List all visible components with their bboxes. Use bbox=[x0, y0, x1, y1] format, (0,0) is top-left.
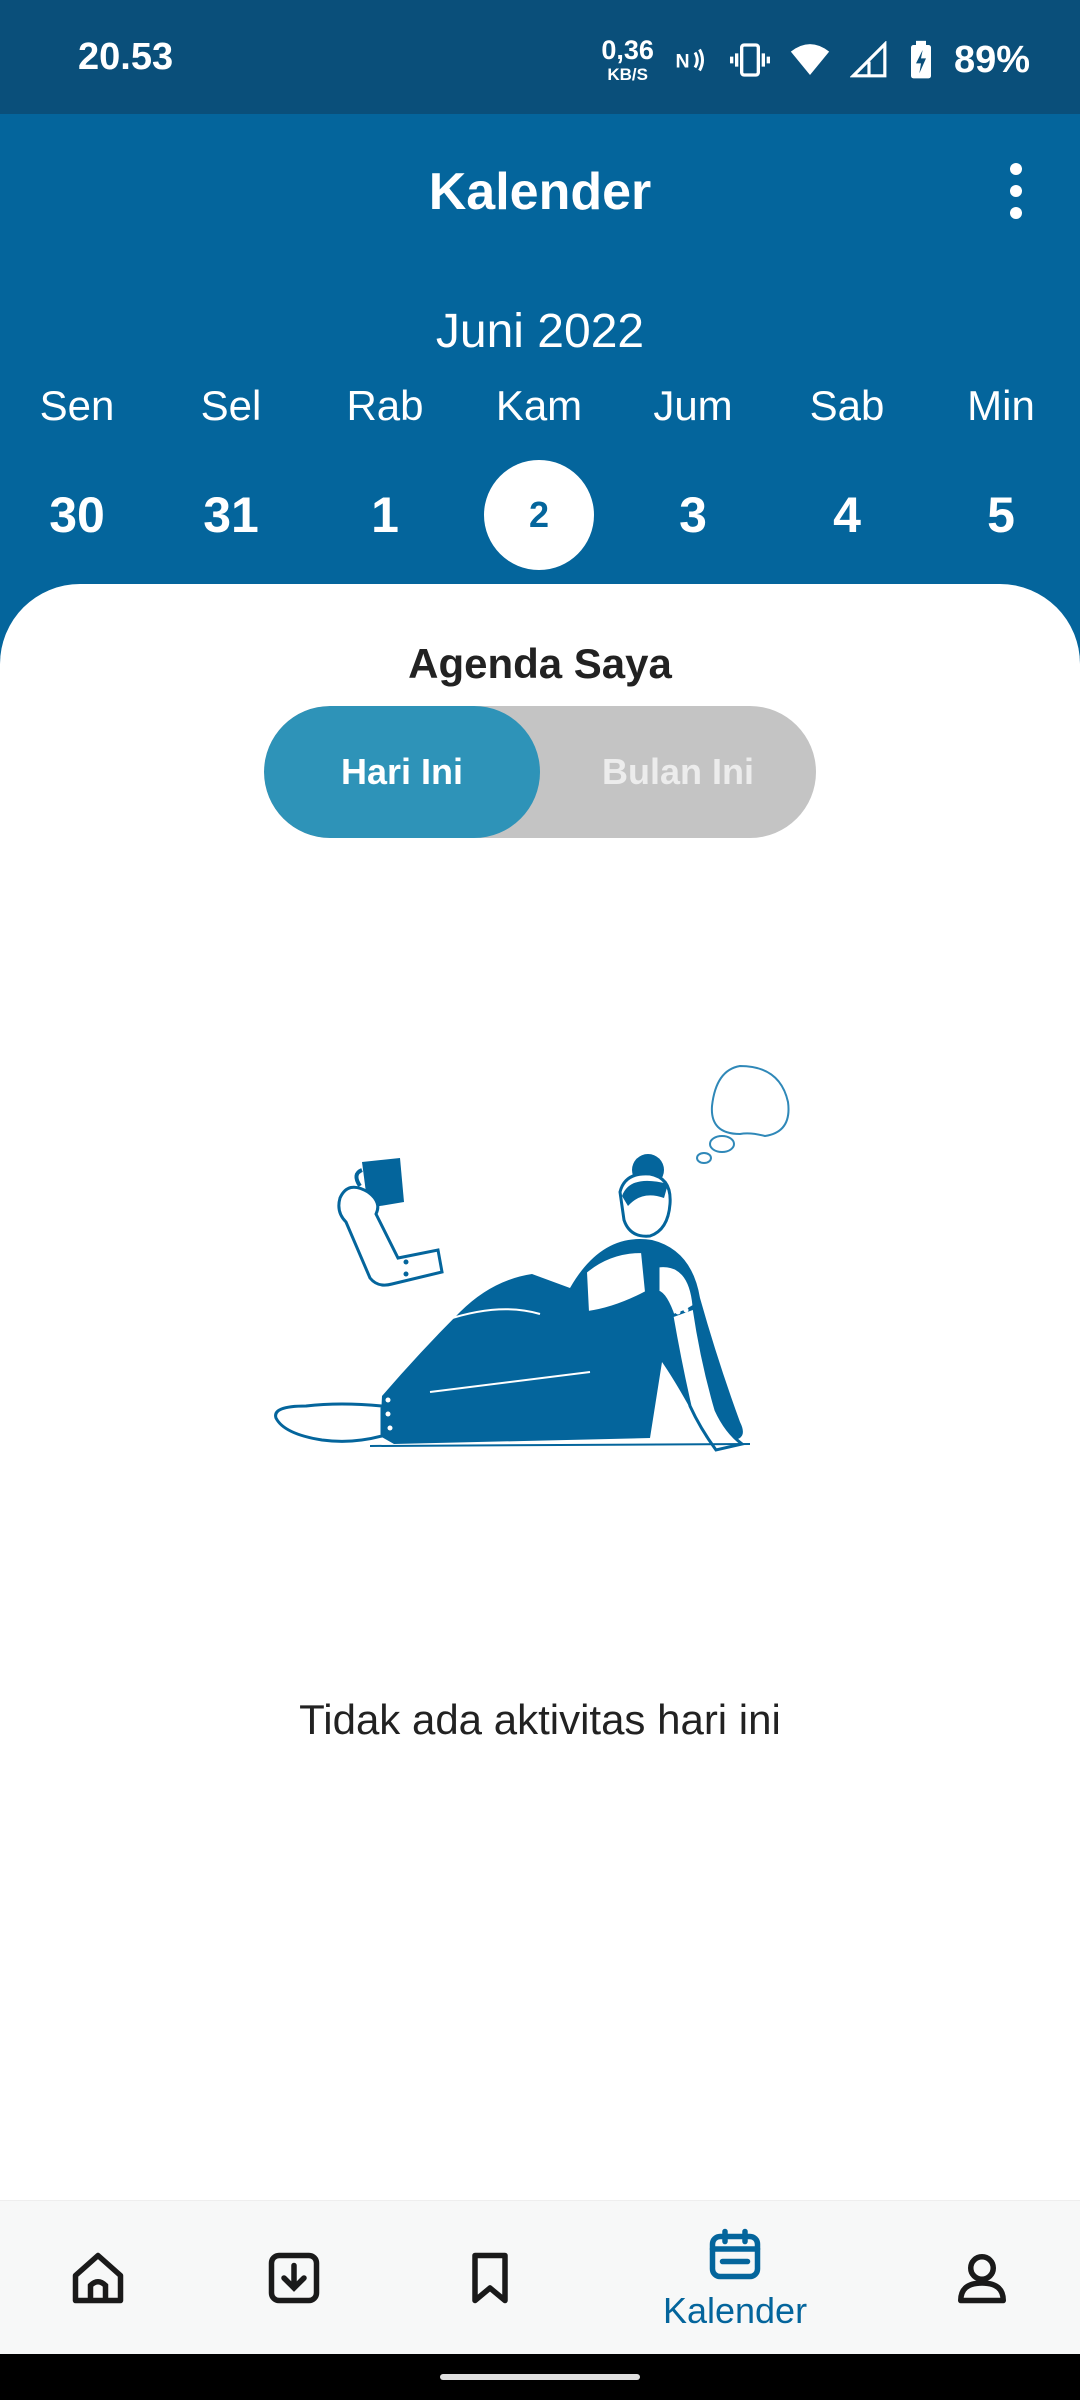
nfc-icon: N bbox=[675, 48, 704, 73]
day-sel[interactable]: Sel 31 bbox=[154, 382, 308, 570]
day-number: 30 bbox=[49, 487, 105, 543]
gesture-handle[interactable] bbox=[440, 2374, 640, 2380]
agenda-period-toggle: Bulan Ini Hari Ini bbox=[264, 706, 816, 838]
day-name: Sel bbox=[200, 382, 262, 429]
agenda-sheet: Agenda Saya Bulan Ini Hari Ini Tidak ada… bbox=[0, 584, 1080, 2200]
day-name: Kam bbox=[495, 382, 583, 429]
toggle-month-option[interactable]: Bulan Ini bbox=[540, 706, 816, 838]
nav-bookmarks[interactable] bbox=[420, 2201, 560, 2355]
day-name: Sen bbox=[39, 382, 115, 429]
empty-state-illustration bbox=[274, 1064, 790, 1452]
agenda-title: Agenda Saya bbox=[408, 640, 672, 687]
svg-text:N: N bbox=[675, 51, 689, 73]
day-name: Min bbox=[967, 382, 1035, 429]
nav-calendar[interactable]: Kalender bbox=[662, 2201, 808, 2355]
nav-home[interactable] bbox=[28, 2201, 168, 2355]
day-sen[interactable]: Sen 30 bbox=[0, 382, 154, 570]
more-vert-icon bbox=[1010, 163, 1022, 175]
more-options-button[interactable] bbox=[988, 156, 1044, 226]
day-min[interactable]: Min 5 bbox=[924, 382, 1078, 570]
bottom-navigation: Kalender bbox=[0, 2200, 1080, 2354]
status-bar: 20.53 0,36 KB/S N 89% bbox=[0, 0, 1080, 114]
nav-calendar-label: Kalender bbox=[662, 2290, 808, 2331]
day-number: 3 bbox=[679, 487, 707, 543]
day-number: 1 bbox=[371, 487, 399, 543]
day-name: Jum bbox=[653, 382, 733, 429]
day-sab[interactable]: Sab 4 bbox=[770, 382, 924, 570]
page-title: Kalender bbox=[428, 163, 652, 221]
day-number: 5 bbox=[987, 487, 1015, 543]
net-speed-value: 0,36 bbox=[601, 35, 654, 65]
day-rab[interactable]: Rab 1 bbox=[308, 382, 462, 570]
vibrate-icon bbox=[729, 43, 770, 77]
day-number-selected: 2 bbox=[484, 460, 594, 570]
download-icon bbox=[268, 2252, 320, 2304]
wifi-icon bbox=[790, 44, 830, 75]
empty-state-message: Tidak ada aktivitas hari ini bbox=[299, 1696, 781, 1743]
calendar-icon bbox=[709, 2228, 761, 2280]
month-label: Juni 2022 bbox=[435, 305, 645, 358]
bookmark-icon bbox=[472, 2252, 508, 2304]
home-icon bbox=[72, 2252, 124, 2304]
status-icons: 0,36 KB/S N 89% bbox=[601, 30, 1030, 90]
day-number: 4 bbox=[833, 487, 861, 543]
net-speed-unit: KB/S bbox=[607, 65, 648, 84]
day-kam-selected[interactable]: Kam 2 bbox=[462, 382, 616, 570]
nav-downloads[interactable] bbox=[224, 2201, 364, 2355]
profile-icon bbox=[958, 2254, 1006, 2304]
day-jum[interactable]: Jum 3 bbox=[616, 382, 770, 570]
day-number: 31 bbox=[203, 487, 259, 543]
screen: 20.53 0,36 KB/S N 89% Kalender Juni 2022… bbox=[0, 0, 1080, 2400]
net-speed: 0,36 KB/S bbox=[601, 35, 654, 84]
day-name: Rab bbox=[346, 382, 424, 429]
day-name: Sab bbox=[809, 382, 885, 429]
signal-icon bbox=[849, 41, 887, 78]
system-gesture-bar bbox=[0, 2354, 1080, 2400]
toggle-today-option[interactable]: Hari Ini bbox=[264, 706, 540, 838]
status-time: 20.53 bbox=[78, 36, 174, 78]
battery-percentage: 89% bbox=[953, 38, 1030, 81]
battery-charging-icon bbox=[910, 40, 931, 79]
nav-profile[interactable] bbox=[912, 2201, 1052, 2355]
